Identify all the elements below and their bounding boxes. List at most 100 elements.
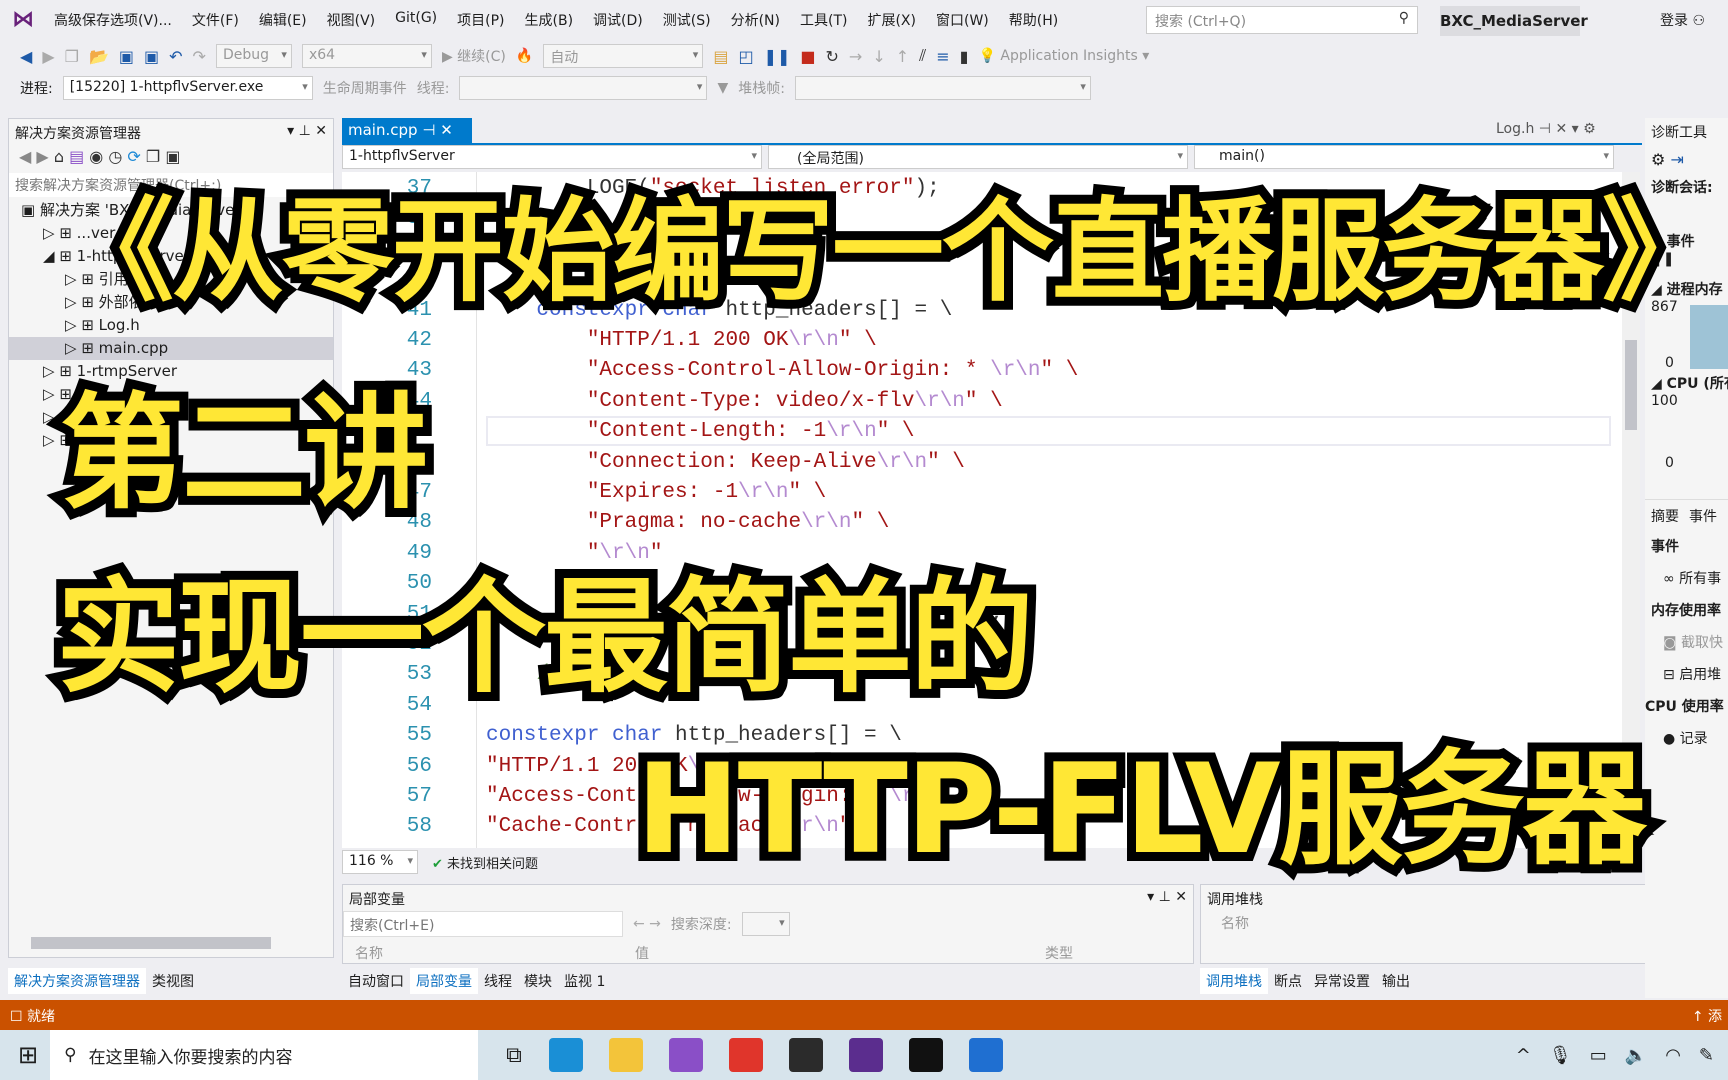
bottom-tab[interactable]: 异常设置 [1308,968,1376,994]
expand-icon[interactable]: ◢ [43,247,59,265]
all-events-link[interactable]: ∞ 所有事 [1645,568,1728,588]
tab-class-view[interactable]: 类视图 [146,968,200,994]
expand-icon[interactable]: ▷ [65,316,81,334]
project-name-badge[interactable]: BXC_MediaServer [1440,6,1588,36]
col-type[interactable]: 类型 [1045,943,1073,963]
step-over-icon[interactable]: → [849,47,862,66]
close-icon[interactable]: ▾ ⊥ ✕ [287,123,327,141]
back-icon[interactable]: ← → [633,916,661,932]
save-icon[interactable]: ▣ [119,47,134,66]
search-depth-select[interactable] [741,912,790,936]
menu-item[interactable]: 窗口(W) [926,10,999,30]
bottom-tab[interactable]: 自动窗口 [342,968,410,994]
task-view-icon[interactable]: ⧉ [506,1043,522,1068]
code-line[interactable]: "Expires: -1\r\n" \ [486,478,826,508]
bottom-tab[interactable]: 断点 [1268,968,1308,994]
stop-icon[interactable]: ■ [800,47,815,66]
chevron-up-icon[interactable]: ^ [1516,1045,1531,1066]
visual-studio-app-icon[interactable] [668,1038,703,1072]
explorer-app-icon[interactable] [608,1038,643,1072]
globe-icon[interactable]: ◉ [89,147,103,166]
breakpoints-icon[interactable]: ⫽ [919,46,926,66]
bookmark-icon[interactable]: ▮ [960,47,969,66]
comment-icon[interactable]: ≡ [936,47,949,66]
tree-item[interactable]: ▷ ⊞ 1-rtmpServer [9,360,333,383]
expand-icon[interactable]: ▷ [43,385,59,403]
auto-select[interactable]: 自动 [543,44,704,68]
wifi-icon[interactable]: ◠ [1665,1045,1681,1066]
issues-indicator[interactable]: ✔ 未找到相关问题 [432,853,538,872]
home-icon[interactable]: ⌂ [54,147,64,166]
bottom-tab[interactable]: 监视 1 [558,968,611,994]
redo-icon[interactable]: ↷ [193,47,206,66]
filter-icon[interactable]: ▼ [717,80,728,96]
expand-icon[interactable]: ▷ [65,339,81,357]
menu-item[interactable]: 分析(N) [721,10,790,30]
menu-item[interactable]: 测试(S) [653,10,721,30]
cpu-section[interactable]: ◢ CPU (所有 [1645,373,1728,393]
pen-icon[interactable]: ✎ [1699,1045,1714,1066]
menu-item[interactable]: 调试(D) [583,10,653,30]
code-line[interactable]: "Access-Control-Allow-Origin: * \r\n" \ [486,356,1079,386]
forward-icon[interactable]: ▶ [36,147,48,166]
tree-item[interactable]: ▷ ⊞ main.cpp [9,337,333,360]
bottom-tab[interactable]: 局部变量 [410,968,478,994]
properties-icon[interactable]: ▣ [165,147,180,166]
platform-select[interactable]: x64 [301,44,432,68]
menu-item[interactable]: 帮助(H) [999,10,1068,30]
terminal-app-icon[interactable] [908,1038,943,1072]
thread-select[interactable] [459,76,708,100]
snapshot-button[interactable]: ◙ 截取快 [1645,632,1728,652]
global-search-input[interactable]: 搜索 (Ctrl+Q) ⚲ [1146,6,1418,34]
scope-nav-select[interactable]: (全局范围) [768,145,1188,169]
battery-icon[interactable]: ▭ [1590,1045,1607,1066]
project-nav-select[interactable]: 1-httpflvServer [342,145,762,169]
bottom-tab[interactable]: 调用堆栈 [1200,968,1268,994]
windows-start-icon[interactable]: ⊞ [18,1041,38,1069]
code-line[interactable]: "Connection: Keep-Alive\r\n" \ [486,448,965,478]
menu-item[interactable]: 高级保存选项(V)... [44,10,182,30]
login-link[interactable]: 登录 ⚇ [1660,10,1705,30]
open-icon[interactable]: 📂 [89,47,109,66]
stack-frame-select[interactable] [794,76,1091,100]
bottom-tab[interactable]: 模块 [518,968,558,994]
tab-main-cpp[interactable]: main.cpp ⊣ ✕ [342,118,472,144]
taskbar-search-input[interactable]: ⚲ 在这里输入你要搜索的内容 [50,1030,479,1080]
save-all-icon[interactable]: ▣ [144,47,159,66]
add-to-source-control[interactable]: ↑ 添 [1692,1006,1722,1026]
menu-item[interactable]: 视图(V) [317,10,386,30]
tree-item[interactable]: ▷ ⊞ Log.h [9,314,333,337]
step-into-icon[interactable]: ↓ [872,47,885,66]
pending-changes-icon[interactable]: ◷ [108,147,122,166]
code-line[interactable]: "Content-Type: video/x-flv\r\n" \ [486,387,1003,417]
tab-events[interactable]: 事件 [1689,506,1717,526]
undo-icon[interactable]: ↶ [169,47,182,66]
collapse-icon[interactable]: ❐ [146,147,160,166]
lifecycle-events-button[interactable]: 生命周期事件 [323,78,407,98]
obs-app-icon[interactable] [788,1038,823,1072]
menu-item[interactable]: 工具(T) [790,10,857,30]
hot-reload-icon[interactable]: 🔥 [516,48,533,64]
volume-icon[interactable]: 🔈 [1625,1045,1647,1066]
member-nav-select[interactable]: main() [1194,145,1614,169]
menu-item[interactable]: 文件(F) [182,10,249,30]
close-icon[interactable]: ▾ ⊥ ✕ [1147,889,1187,907]
col-value[interactable]: 值 [635,943,1045,963]
bottom-tab[interactable]: 输出 [1376,968,1416,994]
code-line[interactable]: "\r\n" [486,539,663,569]
expand-icon[interactable]: ▷ [43,431,59,449]
config-select[interactable]: Debug [215,44,292,68]
code-line[interactable]: "Pragma: no-cache\r\n" \ [486,508,889,538]
expand-icon[interactable]: ▷ [43,224,59,242]
wireshark-app-icon[interactable] [968,1038,1003,1072]
horizontal-scrollbar[interactable] [17,937,317,951]
screenshot-icon[interactable]: ◰ [738,47,753,66]
wps-app-icon[interactable] [728,1038,763,1072]
vs-console-app-icon[interactable] [848,1038,883,1072]
process-select[interactable]: [15220] 1-httpflvServer.exe [62,76,313,100]
menu-item[interactable]: Git(G) [385,10,447,30]
application-insights-button[interactable]: 💡 Application Insights ▾ [978,48,1149,64]
back-icon[interactable]: ◀ [20,47,32,66]
locals-search-input[interactable]: 搜索(Ctrl+E) [343,911,623,937]
back-icon[interactable]: ◀ [19,147,31,166]
